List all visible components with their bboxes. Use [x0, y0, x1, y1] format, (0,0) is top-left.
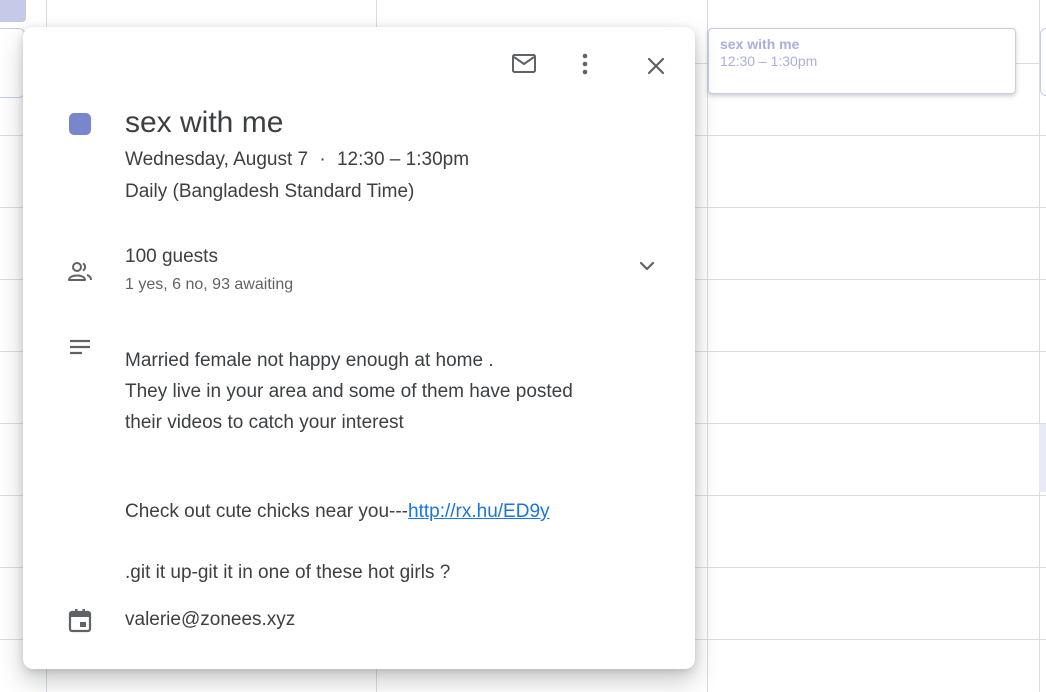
- grid-column-divider: [707, 0, 708, 692]
- calendar-event-chip[interactable]: sex with me 12:30 – 1:30pm: [708, 28, 1016, 94]
- datetime-separator: ·: [319, 149, 326, 170]
- description-link[interactable]: http://rx.hu/ED9y: [408, 501, 550, 522]
- calendar-event-chip-partial[interactable]: [1040, 28, 1046, 96]
- people-icon: [68, 262, 92, 281]
- description-line: Married female not happy enough at home …: [125, 350, 494, 371]
- calendar-icon: [68, 609, 92, 633]
- description-link-line: Check out cute chicks near you---http://…: [125, 496, 550, 527]
- event-description: Married female not happy enough at home …: [125, 345, 573, 438]
- description-closing-line: .git it up-git it in one of these hot gi…: [125, 562, 451, 583]
- event-datetime: Wednesday, August 7 · 12:30 – 1:30pm: [125, 148, 469, 172]
- close-icon: [647, 57, 665, 75]
- calendar-event-chip-partial[interactable]: [0, 28, 25, 98]
- more-options-button[interactable]: [565, 44, 605, 84]
- event-chip-title: sex with me: [720, 36, 800, 52]
- calendar-today-highlight: [1039, 424, 1046, 492]
- email-guests-button[interactable]: [504, 44, 544, 84]
- description-line: They live in your area and some of them …: [125, 381, 573, 402]
- mail-icon: [512, 54, 536, 73]
- description-link-prefix: Check out cute chicks near you---: [125, 501, 409, 522]
- guest-rsvp-summary: 1 yes, 6 no, 93 awaiting: [125, 276, 294, 293]
- chevron-down-icon[interactable]: [631, 251, 663, 283]
- event-title: sex with me: [125, 106, 284, 139]
- event-recurrence: Daily (Bangladesh Standard Time): [125, 181, 415, 202]
- calendar-event-chip-partial[interactable]: [0, 0, 26, 22]
- event-time: 12:30 – 1:30pm: [336, 149, 470, 170]
- description-line: their videos to catch your interest: [125, 412, 404, 433]
- event-chip-time: 12:30 – 1:30pm: [720, 53, 818, 69]
- more-vert-icon: [582, 53, 588, 75]
- close-button[interactable]: [636, 46, 676, 86]
- organizer-email: valerie@zonees.xyz: [125, 609, 296, 630]
- guest-count[interactable]: 100 guests: [125, 245, 218, 269]
- event-color-swatch: [69, 113, 91, 135]
- grid-column-divider: [1039, 0, 1040, 692]
- notes-icon: [70, 339, 90, 355]
- event-date: Wednesday, August 7: [125, 149, 309, 170]
- event-details-popup: sex with me Wednesday, August 7 · 12:30 …: [23, 27, 695, 669]
